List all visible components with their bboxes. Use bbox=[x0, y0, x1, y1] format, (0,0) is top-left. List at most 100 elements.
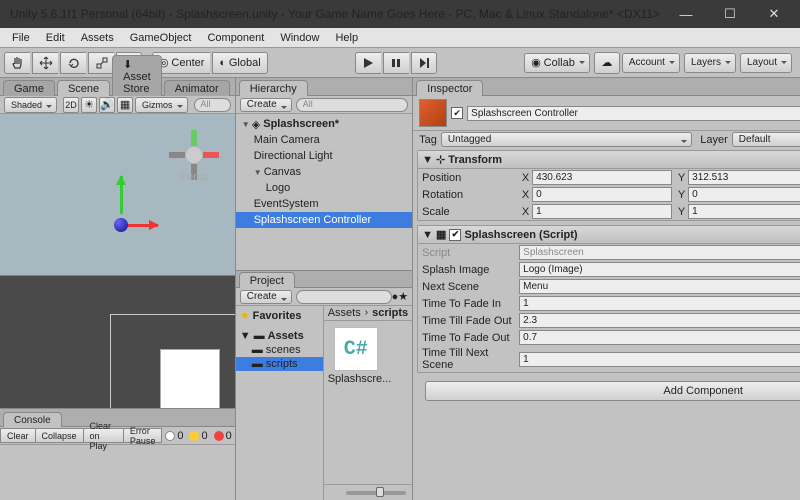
tab-project[interactable]: Project bbox=[239, 272, 295, 288]
hierarchy-create-dropdown[interactable]: Create bbox=[240, 98, 292, 112]
project-save-icon[interactable]: ★ bbox=[398, 290, 408, 303]
scene-toolbar: Shaded 2D ☀ 🔊 ▦ Gizmos All bbox=[0, 96, 235, 114]
window-close-button[interactable]: ✕ bbox=[752, 0, 796, 28]
tab-animator[interactable]: Animator bbox=[164, 80, 230, 96]
scale-x-field[interactable] bbox=[532, 204, 672, 219]
menu-component[interactable]: Component bbox=[199, 30, 272, 46]
menu-edit[interactable]: Edit bbox=[38, 30, 73, 46]
next-scene-field[interactable] bbox=[519, 279, 800, 294]
hierarchy-item[interactable]: EventSystem bbox=[236, 196, 412, 212]
collab-icon: ◉ bbox=[531, 56, 541, 69]
unity-icon: ◈ bbox=[252, 118, 260, 131]
till-next-scene-field[interactable] bbox=[519, 352, 800, 367]
menu-gameobject[interactable]: GameObject bbox=[122, 30, 200, 46]
hierarchy-item[interactable]: Main Camera bbox=[236, 132, 412, 148]
tab-assetstore[interactable]: ⬇ Asset Store bbox=[112, 55, 162, 96]
console-error-count[interactable]: 0 bbox=[211, 430, 235, 442]
gizmos-dropdown[interactable]: Gizmos bbox=[135, 97, 188, 113]
scene-search[interactable]: All bbox=[194, 98, 231, 112]
splash-image-field[interactable] bbox=[519, 262, 800, 277]
script-reference-field bbox=[519, 245, 800, 260]
z-axis-handle[interactable] bbox=[114, 218, 128, 232]
console-info-count[interactable]: 0 bbox=[162, 430, 186, 442]
layer-dropdown[interactable]: Default bbox=[732, 132, 800, 147]
scene-viewport[interactable]: Persp bbox=[0, 114, 235, 408]
hand-tool-button[interactable] bbox=[4, 52, 30, 74]
tab-console[interactable]: Console bbox=[3, 412, 62, 427]
tag-dropdown[interactable]: Untagged bbox=[441, 132, 692, 147]
rotate-tool-button[interactable] bbox=[60, 52, 86, 74]
move-tool-button[interactable] bbox=[32, 52, 58, 74]
fx-toggle[interactable]: ▦ bbox=[117, 97, 133, 113]
project-search[interactable] bbox=[296, 290, 392, 304]
project-folder-tree[interactable]: ★Favorites ▼▬Assets ▬scenes ▬scripts bbox=[236, 306, 324, 500]
folder-item[interactable]: ▬scenes bbox=[236, 343, 323, 357]
hierarchy-item[interactable]: ▼Canvas bbox=[236, 164, 412, 180]
script-enabled-checkbox[interactable]: ✔ bbox=[449, 229, 461, 241]
console-clear-button[interactable]: Clear bbox=[0, 428, 36, 443]
pivot-global-button[interactable]: ◐ Global bbox=[212, 52, 267, 74]
y-axis-arrow[interactable] bbox=[120, 176, 123, 214]
console-errorpause-toggle[interactable]: Error Pause bbox=[124, 428, 163, 443]
till-fade-out-field[interactable] bbox=[519, 313, 800, 328]
account-dropdown[interactable]: Account bbox=[622, 53, 680, 73]
menu-assets[interactable]: Assets bbox=[73, 30, 122, 46]
project-filter-icon[interactable]: ● bbox=[392, 291, 399, 303]
hierarchy-item-selected[interactable]: Splashscreen Controller bbox=[236, 212, 412, 228]
play-button[interactable] bbox=[355, 52, 381, 74]
menu-help[interactable]: Help bbox=[327, 30, 366, 46]
tab-hierarchy[interactable]: Hierarchy bbox=[239, 80, 308, 96]
fade-out-field[interactable] bbox=[519, 330, 800, 345]
canvas-gizmo[interactable] bbox=[160, 349, 220, 408]
hierarchy-tree[interactable]: ▼◈ Splashscreen* Main Camera Directional… bbox=[236, 114, 412, 270]
scale-tool-button[interactable] bbox=[88, 52, 114, 74]
hierarchy-item[interactable]: Directional Light bbox=[236, 148, 412, 164]
script-file[interactable]: C# Splashscre... bbox=[328, 327, 384, 385]
rotation-x-field[interactable] bbox=[532, 187, 672, 202]
console-warn-count[interactable]: 0 bbox=[186, 430, 210, 442]
hierarchy-search[interactable]: All bbox=[296, 98, 408, 112]
hierarchy-scene-root[interactable]: ▼◈ Splashscreen* bbox=[236, 116, 412, 132]
csharp-icon: C# bbox=[334, 327, 378, 371]
position-x-field[interactable] bbox=[532, 170, 672, 185]
pause-button[interactable] bbox=[383, 52, 409, 74]
cloud-button[interactable]: ☁ bbox=[594, 52, 620, 74]
project-zoom-slider[interactable] bbox=[324, 484, 412, 500]
audio-toggle[interactable]: 🔊 bbox=[99, 97, 115, 113]
gameobject-name-field[interactable] bbox=[467, 106, 800, 121]
fade-in-field[interactable] bbox=[519, 296, 800, 311]
warning-icon bbox=[189, 431, 199, 441]
window-maximize-button[interactable]: ☐ bbox=[708, 0, 752, 28]
menu-window[interactable]: Window bbox=[272, 30, 327, 46]
lighting-toggle[interactable]: ☀ bbox=[81, 97, 97, 113]
position-y-field[interactable] bbox=[688, 170, 800, 185]
tab-scene[interactable]: Scene bbox=[57, 80, 110, 96]
script-icon: ▦ bbox=[436, 228, 446, 241]
console-collapse-toggle[interactable]: Collapse bbox=[36, 428, 84, 443]
tab-inspector[interactable]: Inspector bbox=[416, 80, 483, 96]
scale-y-field[interactable] bbox=[688, 204, 800, 219]
tab-game[interactable]: Game bbox=[3, 80, 55, 96]
orientation-gizmo[interactable]: Persp bbox=[167, 128, 221, 182]
folder-icon: ▬ bbox=[254, 330, 265, 342]
rotation-y-field[interactable] bbox=[688, 187, 800, 202]
layers-dropdown[interactable]: Layers bbox=[684, 53, 736, 73]
hierarchy-item[interactable]: Logo bbox=[236, 180, 412, 196]
assets-folder[interactable]: ▼▬Assets bbox=[236, 329, 323, 343]
add-component-button[interactable]: Add Component bbox=[425, 381, 800, 401]
menu-file[interactable]: File bbox=[4, 30, 38, 46]
collab-dropdown[interactable]: ◉ Collab bbox=[524, 53, 590, 73]
shading-mode-dropdown[interactable]: Shaded bbox=[4, 97, 57, 113]
project-breadcrumb[interactable]: Assets›scripts bbox=[324, 306, 412, 321]
active-checkbox[interactable]: ✔ bbox=[451, 107, 463, 119]
project-create-dropdown[interactable]: Create bbox=[240, 290, 292, 304]
project-file-grid[interactable]: C# Splashscre... bbox=[324, 321, 412, 484]
favorites-folder[interactable]: ★Favorites bbox=[236, 308, 323, 323]
layout-dropdown[interactable]: Layout bbox=[740, 53, 792, 73]
step-button[interactable] bbox=[411, 52, 437, 74]
window-minimize-button[interactable]: — bbox=[664, 0, 708, 28]
2d-toggle[interactable]: 2D bbox=[63, 97, 79, 113]
console-clearonplay-toggle[interactable]: Clear on Play bbox=[84, 428, 124, 443]
folder-icon: ▬ bbox=[252, 358, 263, 370]
folder-item-selected[interactable]: ▬scripts bbox=[236, 357, 323, 371]
